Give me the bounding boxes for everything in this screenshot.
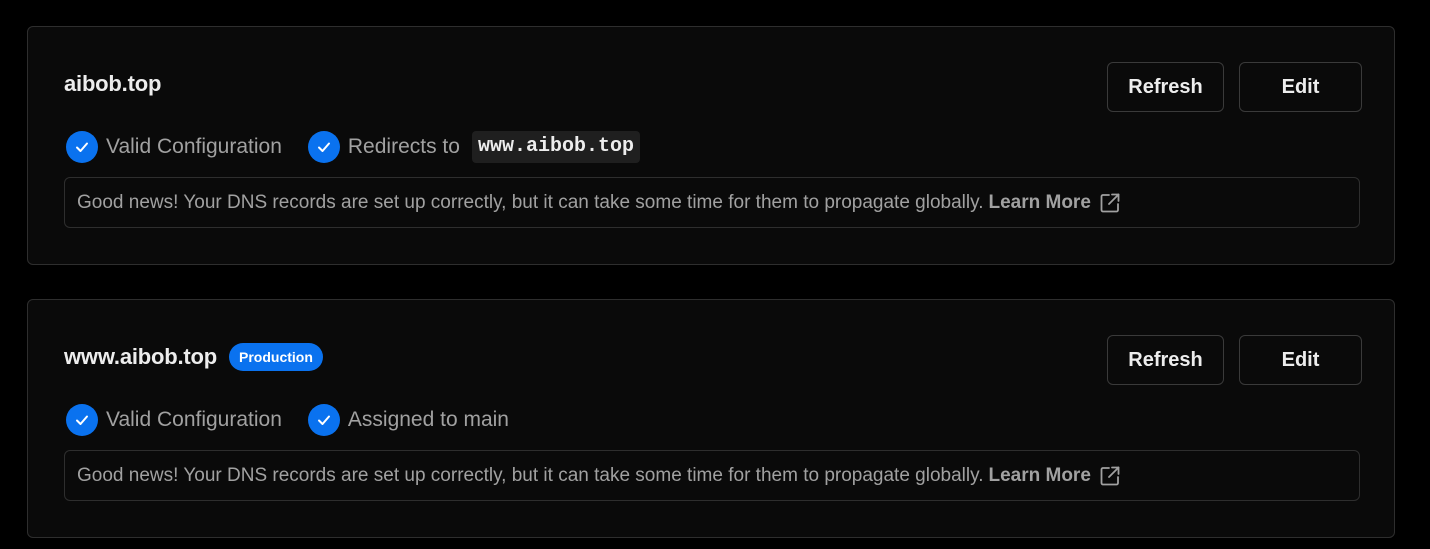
check-circle-icon [307,404,340,436]
refresh-button[interactable]: Refresh [1107,335,1224,385]
status-label: Valid Configuration [106,408,282,431]
status-valid-configuration: Valid Configuration [66,404,282,436]
status-label: Valid Configuration [106,135,282,158]
learn-more-label: Learn More [988,191,1091,213]
status-row: Valid Configuration Assigned to main [66,403,535,437]
external-link-icon [1098,191,1122,215]
check-circle-icon [66,131,98,163]
production-badge: Production [229,343,323,371]
edit-button[interactable]: Edit [1239,62,1362,112]
edit-button[interactable]: Edit [1239,335,1362,385]
status-redirect: Redirects to www.aibob.top [307,131,640,163]
domain-name: aibob.top [64,71,162,96]
learn-more-link[interactable]: Learn More [988,191,1121,215]
dns-info-message: Good news! Your DNS records are set up c… [77,191,984,213]
check-circle-icon [66,404,98,436]
status-assigned-branch: Assigned to main [307,404,509,436]
domain-card: aibob.top Refresh Edit Valid Configurati… [27,26,1395,265]
refresh-button[interactable]: Refresh [1107,62,1224,112]
domain-header: aibob.top [64,69,161,99]
status-valid-configuration: Valid Configuration [66,131,282,163]
domain-header: www.aibob.top Production [64,342,323,372]
check-circle-icon [307,131,340,163]
domain-name: www.aibob.top [64,344,218,369]
external-link-icon [1098,464,1122,488]
dns-info-message: Good news! Your DNS records are set up c… [77,464,984,486]
redirect-target: www.aibob.top [471,131,640,163]
domain-card: www.aibob.top Production Refresh Edit Va… [27,299,1395,538]
dns-info-box: Good news! Your DNS records are set up c… [64,450,1360,501]
learn-more-link[interactable]: Learn More [988,464,1121,488]
status-label: Assigned to main [347,408,509,431]
status-row: Valid Configuration Redirects to www.aib… [66,130,666,164]
status-label: Redirects to [347,135,460,158]
dns-info-box: Good news! Your DNS records are set up c… [64,177,1360,228]
learn-more-label: Learn More [988,464,1091,486]
